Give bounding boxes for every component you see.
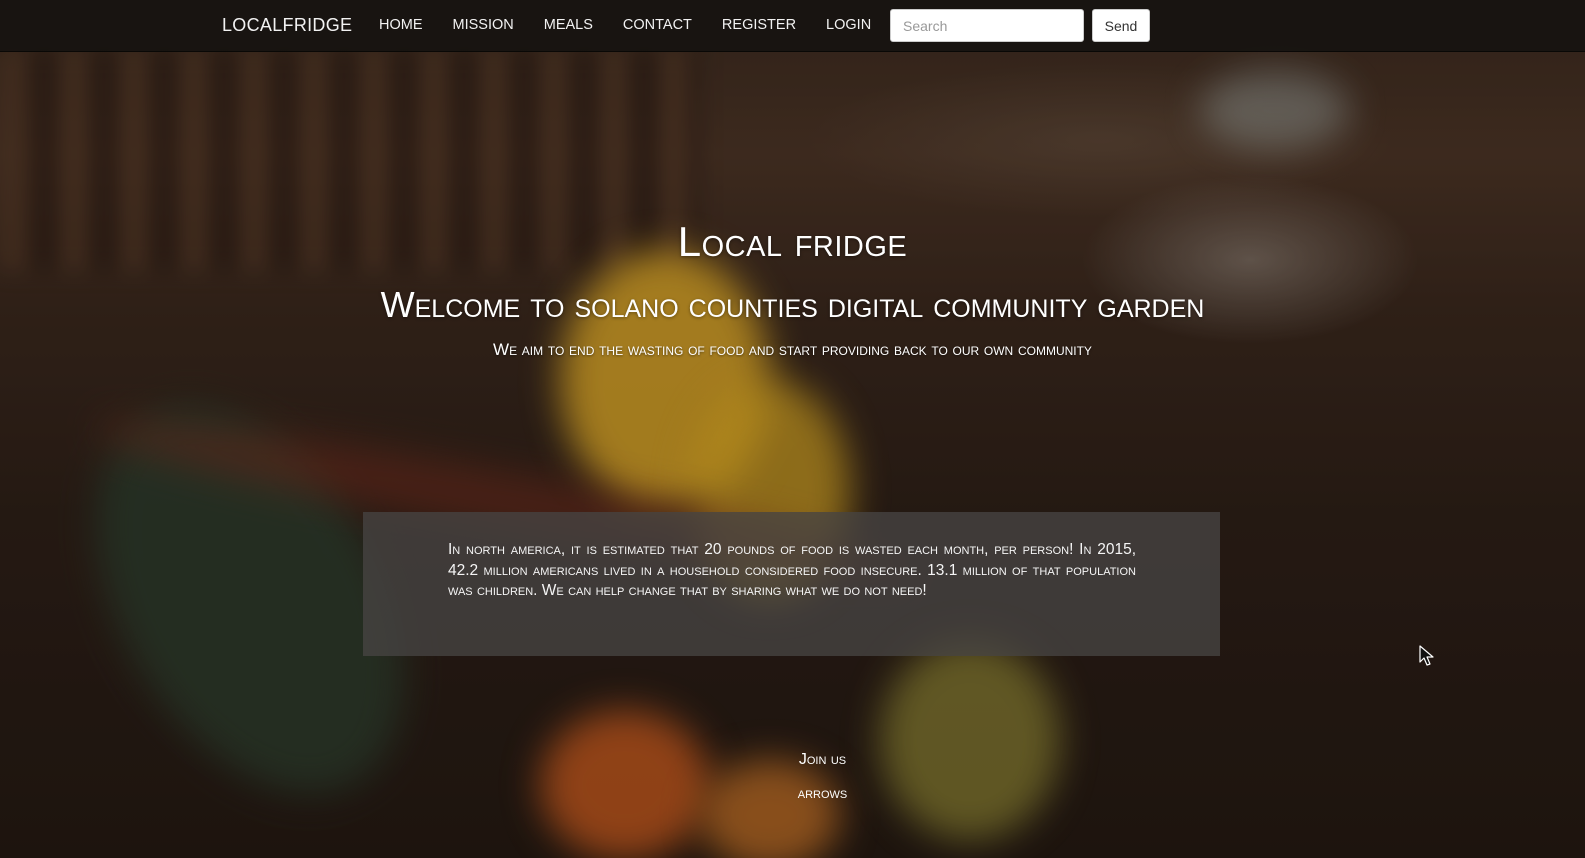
page: LOCALFRIDGE HOME MISSION MEALS CONTACT R… bbox=[0, 0, 1585, 858]
tagline: We aim to end the wasting of food and st… bbox=[493, 340, 1092, 359]
page-title: Local fridge bbox=[677, 218, 908, 265]
nav-link-contact[interactable]: CONTACT bbox=[623, 17, 692, 33]
background-image bbox=[0, 0, 1585, 858]
arrows-text: arrows bbox=[797, 785, 848, 802]
nav-link-login[interactable]: LOGIN bbox=[826, 17, 871, 33]
nav-link-mission[interactable]: MISSION bbox=[453, 17, 514, 33]
nav-link-home[interactable]: HOME bbox=[379, 17, 423, 33]
join-us-link[interactable]: Join us bbox=[0, 751, 1585, 769]
navbar: LOCALFRIDGE HOME MISSION MEALS CONTACT R… bbox=[0, 0, 1585, 52]
page-subtitle: Welcome to solano counties digital commu… bbox=[380, 284, 1205, 325]
nav-link-register[interactable]: REGISTER bbox=[722, 17, 796, 33]
info-box: In north america, it is estimated that 2… bbox=[363, 512, 1220, 656]
send-button[interactable]: Send bbox=[1092, 9, 1150, 42]
background-shade bbox=[0, 0, 1585, 858]
search-input[interactable] bbox=[890, 9, 1084, 42]
mouse-pointer-icon bbox=[1419, 645, 1434, 666]
nav-links: HOME MISSION MEALS CONTACT REGISTER LOGI… bbox=[379, 17, 901, 33]
brand-logo[interactable]: LOCALFRIDGE bbox=[222, 15, 352, 36]
nav-link-meals[interactable]: MEALS bbox=[544, 17, 593, 33]
info-text: In north america, it is estimated that 2… bbox=[448, 541, 1136, 599]
